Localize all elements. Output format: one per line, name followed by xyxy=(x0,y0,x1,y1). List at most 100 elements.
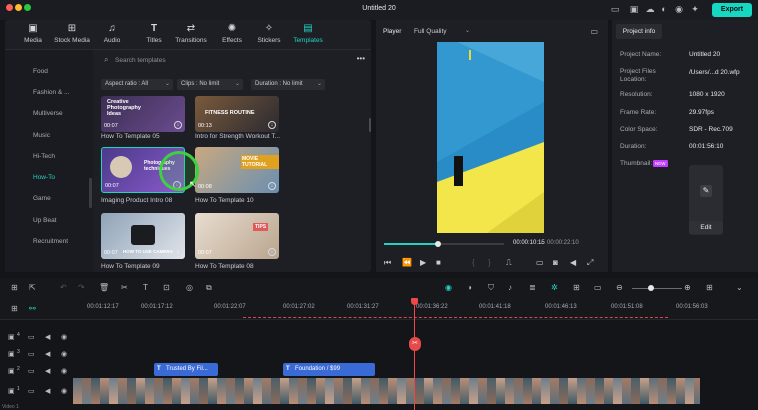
delete-icon[interactable]: 🗑 xyxy=(99,283,109,293)
template-list-scrollbar[interactable] xyxy=(369,118,371,132)
snap-icon[interactable]: ✲ xyxy=(551,283,558,293)
mark-in-icon[interactable]: { xyxy=(472,258,475,267)
redo-icon[interactable]: ↷ xyxy=(78,283,85,293)
playhead-handle[interactable] xyxy=(411,298,418,305)
more-tools-icon[interactable]: ⧉ xyxy=(206,283,212,293)
eye-icon[interactable]: ◉ xyxy=(61,333,67,341)
sidebar-item-fashion[interactable]: Fashion & ... xyxy=(33,89,70,96)
eye-icon[interactable]: ◉ xyxy=(61,350,67,358)
progress-knob[interactable] xyxy=(435,241,441,247)
tab-stock-media[interactable]: ⊞ Stock Media xyxy=(52,22,92,50)
gift-icon[interactable]: ✦ xyxy=(690,4,700,14)
sidebar-scrollbar[interactable] xyxy=(89,178,92,208)
sidebar-item-food[interactable]: Food xyxy=(33,68,48,75)
video-clip[interactable] xyxy=(73,378,700,404)
sidebar-item-recruitment[interactable]: Recruitment xyxy=(33,238,68,245)
step-back-icon[interactable]: ⏪ xyxy=(402,258,412,267)
folder-icon[interactable]: ▭ xyxy=(28,333,35,341)
grid-view-icon[interactable]: ⊞ xyxy=(706,283,713,293)
tab-audio[interactable]: ♫ Audio xyxy=(99,22,125,50)
play-icon[interactable]: ▶ xyxy=(420,258,426,267)
eye-icon[interactable]: ◉ xyxy=(61,387,67,395)
chevron-down-icon[interactable]: ⌄ xyxy=(736,283,743,293)
render-preview-icon[interactable]: ⎍ xyxy=(506,258,512,268)
playhead[interactable] xyxy=(414,298,415,410)
cloud-icon[interactable]: ☁ xyxy=(645,4,655,14)
folder-icon[interactable]: ▭ xyxy=(28,350,35,358)
sidebar-item-music[interactable]: Music xyxy=(33,132,50,139)
sidebar-item-how-to[interactable]: How-To xyxy=(33,174,55,181)
template-thumbnail[interactable]: MOVIE TUTORIAL 00:08 ↓ xyxy=(195,147,279,193)
title-clip[interactable]: T Trusted By Fil... xyxy=(154,363,218,376)
tab-templates[interactable]: ▤ Templates xyxy=(289,22,327,50)
quality-select[interactable]: Full Quality xyxy=(414,28,447,35)
crop-icon[interactable]: ⊡ xyxy=(163,283,170,293)
select-tool-icon[interactable]: ⇱ xyxy=(29,283,36,293)
split-icon[interactable]: ✂ xyxy=(121,283,128,293)
split-marker-icon[interactable]: ✂ xyxy=(409,337,421,351)
timeline-ruler[interactable]: ⊞ ⚯ 00:01:12:17 00:01:17:12 00:01:22:07 … xyxy=(0,298,758,320)
template-thumbnail[interactable]: FITNESS ROUTINE 00:13 ↓ xyxy=(195,96,279,132)
headset-icon[interactable]: ◐ xyxy=(659,4,669,14)
speaker-icon[interactable]: ◀ xyxy=(45,367,50,375)
layout-icon[interactable]: ⊞ xyxy=(11,283,18,293)
title-clip[interactable]: T Foundation / $99 xyxy=(283,363,375,376)
edit-thumbnail-button[interactable]: Edit xyxy=(689,221,723,234)
subtitle-icon[interactable]: ▭ xyxy=(594,283,602,293)
display-icon[interactable]: ▭ xyxy=(536,258,544,267)
sidebar-item-game[interactable]: Game xyxy=(33,195,51,202)
tab-stickers[interactable]: ✧ Stickers xyxy=(253,22,285,50)
marker-icon[interactable]: ⊞ xyxy=(573,283,580,293)
player-tab[interactable]: Player xyxy=(383,28,401,35)
render-icon[interactable]: ◑ xyxy=(467,283,472,293)
sidebar-item-hi-tech[interactable]: Hi-Tech xyxy=(33,153,55,160)
save-icon[interactable]: ▣ xyxy=(629,4,639,14)
previous-frame-icon[interactable]: ⏮ xyxy=(384,258,391,268)
download-icon[interactable]: ↓ xyxy=(174,121,182,129)
zoom-slider[interactable] xyxy=(632,288,682,289)
eye-icon[interactable]: ◉ xyxy=(61,367,67,375)
text-tool-icon[interactable]: T xyxy=(143,283,148,293)
download-icon[interactable]: ↓ xyxy=(174,248,182,256)
monitor-icon[interactable]: ▭ xyxy=(610,4,620,14)
snapshot-icon[interactable]: ▭ xyxy=(590,27,598,36)
sidebar-item-multiverse[interactable]: Multiverse xyxy=(33,110,63,117)
folder-icon[interactable]: ▭ xyxy=(28,387,35,395)
mark-out-icon[interactable]: } xyxy=(488,258,491,267)
download-icon[interactable]: ↓ xyxy=(268,182,276,190)
zoom-out-icon[interactable]: ⊖ xyxy=(616,283,623,293)
tab-media[interactable]: ▣ Media xyxy=(19,22,47,50)
speaker-icon[interactable]: ◀ xyxy=(45,350,50,358)
zoom-in-icon[interactable]: ⊕ xyxy=(684,283,691,293)
duration-filter[interactable]: Duration : No limit ⌄ xyxy=(251,79,325,90)
fullscreen-icon[interactable]: ⤢ xyxy=(587,258,593,268)
stop-icon[interactable]: ■ xyxy=(436,258,441,267)
sidebar-item-up-beat[interactable]: Up Beat xyxy=(33,217,57,224)
template-thumbnail[interactable]: Creative Photography Ideas 00:07 ↓ xyxy=(101,96,185,132)
tab-project-info[interactable]: Project info xyxy=(616,24,662,39)
tab-titles[interactable]: T Titles xyxy=(141,22,167,50)
template-thumbnail[interactable]: HOW TO USE CAMERA 00:07 ↓ xyxy=(101,213,185,259)
shield-icon[interactable]: ⛉ xyxy=(488,283,494,293)
tab-effects[interactable]: ✺ Effects xyxy=(218,22,246,50)
download-icon[interactable]: ↓ xyxy=(268,121,276,129)
volume-icon[interactable]: ◀ xyxy=(570,258,576,267)
clips-filter[interactable]: Clips : No limit ⌄ xyxy=(177,79,243,90)
aspect-ratio-filter[interactable]: Aspect ratio : All ⌄ xyxy=(101,79,173,90)
link-icon[interactable]: ⚯ xyxy=(29,304,36,314)
camera-icon[interactable]: ◙ xyxy=(553,258,558,267)
more-options-icon[interactable]: ••• xyxy=(357,54,365,63)
folder-icon[interactable]: ▭ xyxy=(28,367,35,375)
add-track-icon[interactable]: ⊞ xyxy=(11,304,18,314)
tab-transitions[interactable]: ⇄ Transitions xyxy=(171,22,211,50)
user-icon[interactable]: ◉ xyxy=(674,4,684,14)
speed-icon[interactable]: ◎ xyxy=(186,283,193,293)
list-icon[interactable]: ≣ xyxy=(529,283,536,293)
video-preview[interactable] xyxy=(437,42,544,233)
export-button[interactable]: Export xyxy=(712,3,752,17)
zoom-slider-knob[interactable] xyxy=(648,285,654,291)
undo-icon[interactable]: ↶ xyxy=(60,283,67,293)
playback-progress-bar[interactable] xyxy=(384,241,504,247)
download-icon[interactable]: ↓ xyxy=(268,248,276,256)
template-thumbnail[interactable]: TIPS 00:07 ↓ xyxy=(195,213,279,259)
